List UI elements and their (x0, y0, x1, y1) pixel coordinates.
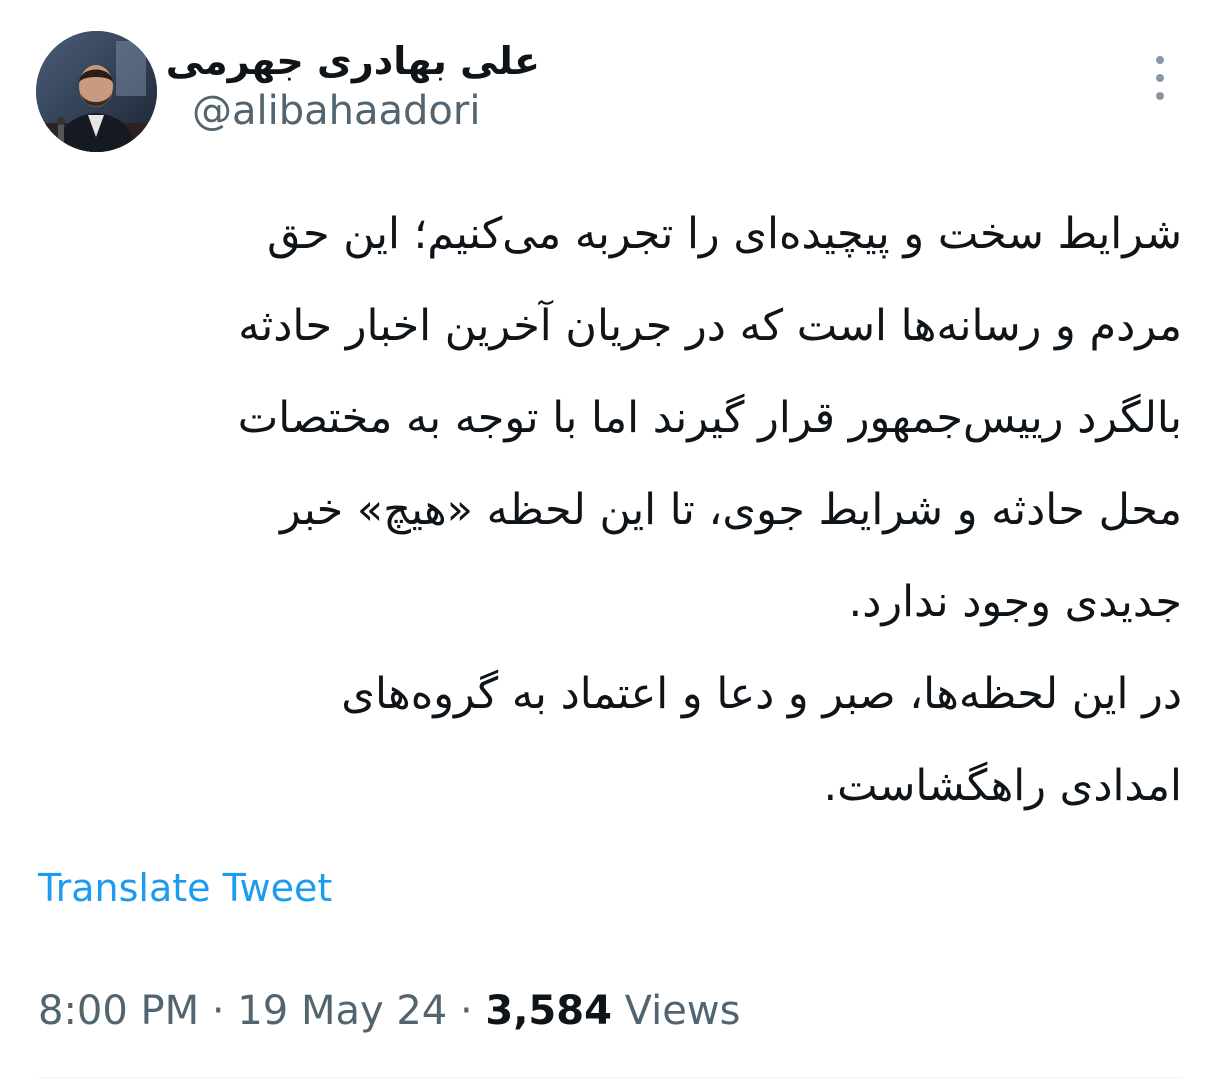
tweet-line: در این لحظه‌ها، صبر و دعا و اعتماد به گر… (341, 669, 1182, 719)
tweet-line: جدیدی وجود ندارد. (848, 577, 1182, 627)
views-count: 3,584 (485, 988, 612, 1034)
avatar[interactable] (36, 31, 157, 152)
divider (38, 1077, 1182, 1078)
tweet-line: محل حادثه و شرایط جوی، تا این لحظه «هیچ»… (279, 485, 1182, 535)
dot (1156, 56, 1164, 64)
dot (1156, 92, 1164, 100)
tweet-line: امدادی راهگشاست. (823, 761, 1183, 811)
more-options-icon[interactable] (1146, 56, 1174, 100)
tweet-date[interactable]: 19 May 24 (237, 988, 447, 1034)
dot (1156, 74, 1164, 82)
tweet-text: شرایط سخت و پیچیده‌ای را تجربه می‌کنیم؛ … (32, 188, 1182, 832)
views-label: Views (624, 988, 741, 1034)
separator: · (199, 988, 238, 1034)
tweet-line: مردم و رسانه‌ها است که در جریان آخرین اخ… (238, 301, 1182, 351)
tweet-time[interactable]: 8:00 PM (38, 988, 199, 1034)
tweet-line: شرایط سخت و پیچیده‌ای را تجربه می‌کنیم؛ … (267, 209, 1182, 259)
display-name[interactable]: علی بهادری جهرمی (166, 38, 540, 84)
profile-photo (36, 31, 157, 152)
tweet-line: بالگرد رییس‌جمهور قرار گیرند اما با توجه… (237, 393, 1182, 443)
translate-tweet-link[interactable]: Translate Tweet (38, 865, 332, 911)
user-handle[interactable]: @alibahaadori (192, 86, 480, 136)
separator: · (447, 988, 486, 1034)
tweet-meta: 8:00 PM · 19 May 24 · 3,584 Views (38, 986, 740, 1036)
